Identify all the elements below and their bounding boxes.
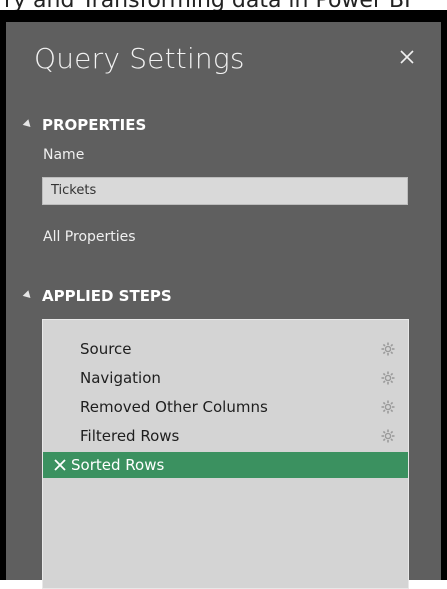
gear-icon[interactable] bbox=[381, 400, 395, 414]
name-label: Name bbox=[43, 147, 85, 163]
close-icon[interactable] bbox=[394, 44, 420, 70]
properties-header-label: PROPERTIES bbox=[42, 116, 147, 134]
gear-icon[interactable] bbox=[381, 429, 395, 443]
gear-icon[interactable] bbox=[381, 342, 395, 356]
step-label: Filtered Rows bbox=[80, 427, 180, 445]
delete-step-icon[interactable] bbox=[53, 458, 67, 472]
applied-steps-header-label: APPLIED STEPS bbox=[42, 287, 172, 305]
all-properties-link[interactable]: All Properties bbox=[43, 229, 136, 245]
properties-section-header[interactable]: PROPERTIES bbox=[22, 116, 147, 134]
collapse-triangle-icon bbox=[22, 290, 34, 301]
query-settings-pane: Query Settings PROPERTIES Name Tickets A… bbox=[6, 22, 441, 589]
step-label: Sorted Rows bbox=[71, 456, 165, 474]
step-label: Navigation bbox=[80, 369, 161, 387]
step-filtered-rows[interactable]: Filtered Rows bbox=[43, 423, 408, 449]
pane-title: Query Settings bbox=[34, 42, 245, 75]
applied-steps-section-header[interactable]: APPLIED STEPS bbox=[22, 287, 172, 305]
collapse-triangle-icon bbox=[22, 119, 34, 130]
step-label: Removed Other Columns bbox=[80, 398, 268, 416]
applied-steps-list: Source Navigation Removed Other Columns … bbox=[42, 319, 409, 589]
step-sorted-rows[interactable]: Sorted Rows bbox=[43, 452, 408, 478]
step-source[interactable]: Source bbox=[43, 336, 408, 362]
step-navigation[interactable]: Navigation bbox=[43, 365, 408, 391]
query-name-input[interactable]: Tickets bbox=[42, 177, 408, 205]
gear-icon[interactable] bbox=[381, 371, 395, 385]
step-label: Source bbox=[80, 340, 132, 358]
step-removed-other-columns[interactable]: Removed Other Columns bbox=[43, 394, 408, 420]
